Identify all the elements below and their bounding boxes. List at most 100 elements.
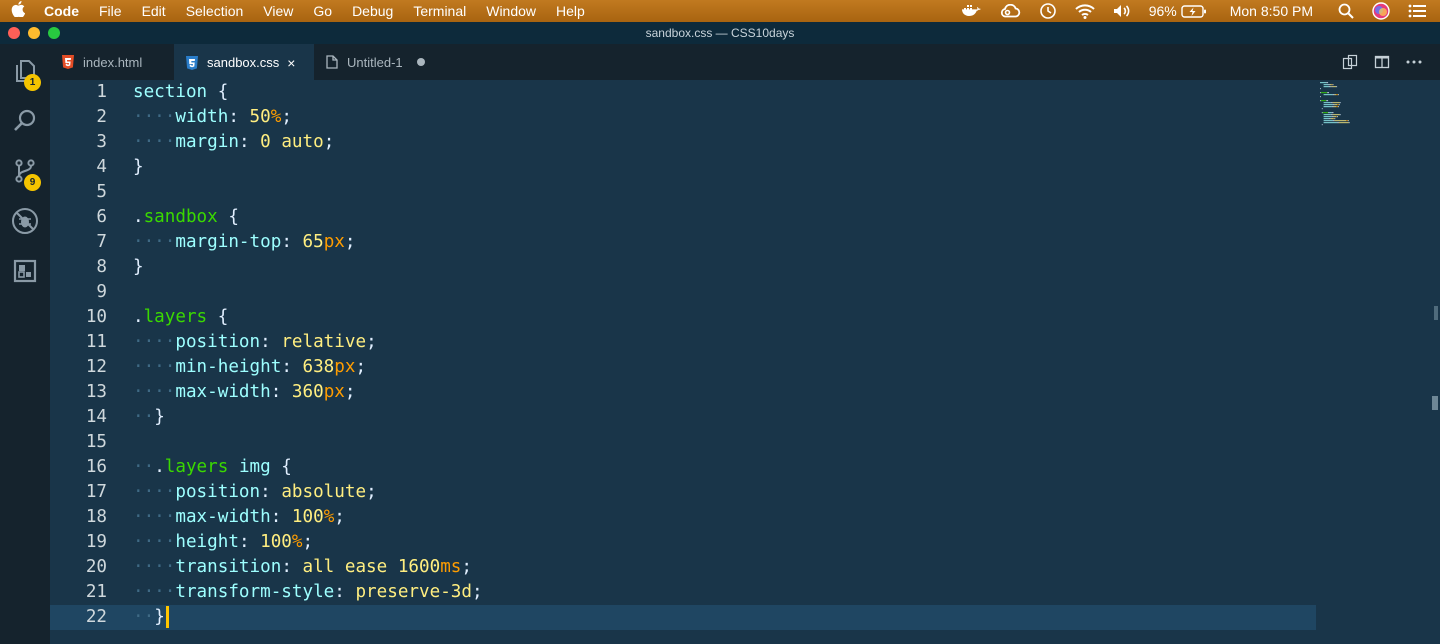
code-line[interactable]: 1 section { bbox=[50, 80, 1316, 105]
tab-close-icon[interactable]: × bbox=[287, 55, 295, 71]
menu-go[interactable]: Go bbox=[303, 0, 342, 22]
window-minimize-button[interactable] bbox=[28, 27, 40, 39]
minimap-token bbox=[1323, 118, 1329, 120]
code-line[interactable]: 11 ····position: relative; bbox=[50, 330, 1316, 355]
code-line[interactable]: 4} bbox=[50, 155, 1316, 180]
battery-charging-icon[interactable] bbox=[1181, 4, 1216, 18]
search-button[interactable] bbox=[0, 96, 50, 146]
menu-terminal[interactable]: Terminal bbox=[403, 0, 476, 22]
minimap[interactable] bbox=[1316, 80, 1426, 644]
code-token: position bbox=[175, 482, 261, 502]
spotlight-search-icon[interactable] bbox=[1329, 3, 1363, 19]
minimap-token bbox=[1323, 106, 1332, 108]
split-editor-icon[interactable] bbox=[1366, 54, 1398, 70]
open-changes-icon[interactable] bbox=[1334, 54, 1366, 70]
code-line[interactable]: 19 ····height: 100%; bbox=[50, 530, 1316, 555]
unsaved-dot-icon[interactable] bbox=[416, 58, 425, 66]
line-code: ····position: relative; bbox=[133, 330, 377, 355]
code-token: ; bbox=[366, 482, 377, 502]
time-machine-icon[interactable] bbox=[1030, 2, 1066, 20]
code-token: 50 bbox=[249, 107, 271, 127]
minimap-token bbox=[1336, 116, 1338, 118]
scrollbar-marker bbox=[1434, 306, 1438, 320]
code-token: max-width bbox=[175, 382, 271, 402]
code-line[interactable]: 16 ··.layers img { bbox=[50, 455, 1316, 480]
whitespace-marker: ···· bbox=[133, 132, 176, 152]
menu-view[interactable]: View bbox=[253, 0, 303, 22]
siri-icon[interactable] bbox=[1363, 2, 1399, 20]
code-token: : bbox=[270, 382, 292, 402]
tab-sandbox-css[interactable]: sandbox.css × bbox=[174, 44, 314, 80]
code-line[interactable]: 2 ····width: 50%; bbox=[50, 105, 1316, 130]
line-number: 4 bbox=[96, 157, 107, 177]
tab-untitled-1[interactable]: Untitled-1 bbox=[314, 44, 436, 80]
vertical-scrollbar[interactable] bbox=[1430, 80, 1440, 644]
docker-icon[interactable] bbox=[952, 4, 990, 18]
menu-window[interactable]: Window bbox=[476, 0, 546, 22]
code-line[interactable]: 8} bbox=[50, 255, 1316, 280]
code-line[interactable]: 12 ····min-height: 638px; bbox=[50, 355, 1316, 380]
line-code: ····margin-top: 65px; bbox=[133, 230, 355, 255]
code-line[interactable]: 10 .layers { bbox=[50, 305, 1316, 330]
line-number: 19 bbox=[85, 532, 107, 552]
menu-file[interactable]: File bbox=[89, 0, 132, 22]
battery-percent: 96% bbox=[1148, 3, 1177, 19]
line-number: 10 bbox=[85, 307, 107, 327]
code-line[interactable]: 14 ··} bbox=[50, 405, 1316, 430]
more-actions-icon[interactable] bbox=[1398, 60, 1430, 64]
minimap-token bbox=[1320, 100, 1321, 102]
extensions-button[interactable] bbox=[0, 246, 50, 296]
window-zoom-button[interactable] bbox=[48, 27, 60, 39]
debug-icon bbox=[12, 208, 38, 234]
wifi-icon[interactable] bbox=[1066, 3, 1104, 19]
minimap-token bbox=[1338, 94, 1339, 96]
code-token: max-width bbox=[175, 507, 271, 527]
minimap-token bbox=[1333, 118, 1335, 120]
menu-help[interactable]: Help bbox=[546, 0, 595, 22]
code-token: layers bbox=[164, 457, 229, 477]
code-line[interactable]: 5 bbox=[50, 180, 1316, 205]
code-token: sandbox bbox=[143, 207, 218, 227]
clock[interactable]: Mon 8:50 PM bbox=[1216, 0, 1329, 22]
window-title: sandbox.css — CSS10days bbox=[645, 26, 795, 40]
line-number: 20 bbox=[85, 557, 107, 577]
code-editor[interactable]: 1 section {2 ····width: 50%; 3 ····margin: 0… bbox=[50, 80, 1440, 644]
code-line[interactable]: 13 ····max-width: 360px; bbox=[50, 380, 1316, 405]
html5-icon bbox=[61, 55, 75, 69]
explorer-button[interactable]: 1 bbox=[0, 46, 50, 96]
code-line[interactable]: 18 ····max-width: 100%; bbox=[50, 505, 1316, 530]
menu-edit[interactable]: Edit bbox=[132, 0, 176, 22]
code-line[interactable]: 21 ····transform-style: preserve-3d; bbox=[50, 580, 1316, 605]
menu-selection[interactable]: Selection bbox=[176, 0, 254, 22]
whitespace-marker: ···· bbox=[133, 332, 176, 352]
code-line[interactable]: 7 ····margin-top: 65px; bbox=[50, 230, 1316, 255]
code-line[interactable]: 20 ····transition: all ease 1600ms; bbox=[50, 555, 1316, 580]
code-line[interactable]: 6 .sandbox { bbox=[50, 205, 1316, 230]
whitespace-marker: ·· bbox=[133, 457, 155, 477]
menu-debug[interactable]: Debug bbox=[342, 0, 403, 22]
code-line[interactable]: 17 ····position: absolute; bbox=[50, 480, 1316, 505]
minimap-token bbox=[1338, 104, 1340, 106]
code-line[interactable]: 3 ····margin: 0 auto; bbox=[50, 130, 1316, 155]
source-control-button[interactable]: 9 bbox=[0, 146, 50, 196]
menu-app-code[interactable]: Code bbox=[36, 0, 89, 22]
code-token: : bbox=[228, 107, 250, 127]
minimap-token bbox=[1327, 92, 1329, 94]
creative-cloud-icon[interactable] bbox=[990, 4, 1030, 18]
code-token: auto bbox=[281, 132, 324, 152]
code-line[interactable]: 15 bbox=[50, 430, 1316, 455]
code-line[interactable]: 22 ··} bbox=[50, 605, 1316, 630]
code-token: section bbox=[133, 82, 208, 102]
notification-center-icon[interactable] bbox=[1399, 4, 1440, 18]
apple-menu-icon[interactable] bbox=[0, 1, 36, 21]
tab-label: index.html bbox=[83, 54, 143, 70]
line-code: ····min-height: 638px; bbox=[133, 355, 366, 380]
code-line[interactable]: 9 bbox=[50, 280, 1316, 305]
debug-button[interactable] bbox=[0, 196, 50, 246]
line-code: ····position: absolute; bbox=[133, 480, 377, 505]
window-close-button[interactable] bbox=[8, 27, 20, 39]
volume-icon[interactable] bbox=[1104, 4, 1140, 18]
tab-index-html[interactable]: index.html bbox=[50, 44, 174, 80]
code-token: % bbox=[291, 532, 303, 552]
code-token: ; bbox=[344, 232, 356, 252]
